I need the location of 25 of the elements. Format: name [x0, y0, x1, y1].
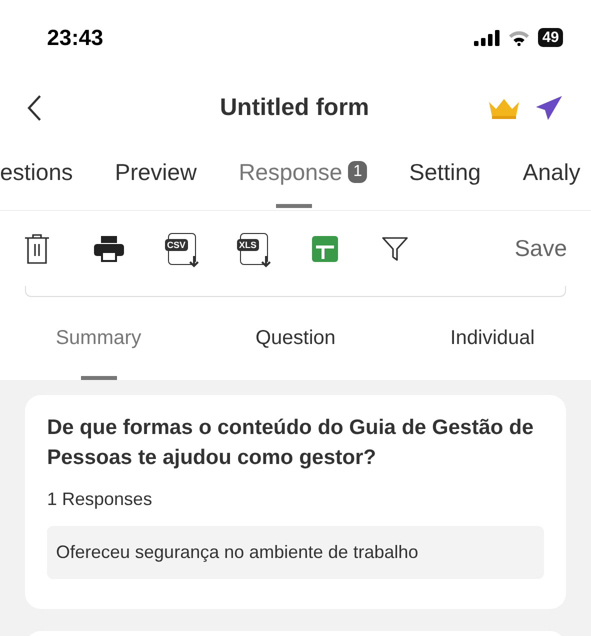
- file-export-icon[interactable]: XLS: [240, 232, 268, 264]
- status-time: 23:43: [47, 24, 104, 50]
- tab[interactable]: estions: [0, 140, 73, 210]
- tab[interactable]: Setting: [409, 140, 481, 210]
- send-icon[interactable]: [535, 94, 563, 120]
- wifi-icon: [508, 30, 530, 46]
- printer-icon[interactable]: [94, 236, 124, 262]
- tab[interactable]: Analy: [522, 140, 580, 210]
- tab[interactable]: Question: [197, 297, 394, 380]
- filter-icon[interactable]: [382, 236, 408, 262]
- tab[interactable]: Individual: [394, 297, 591, 380]
- question-text: De que formas o conteúdo do Guia de Gestão de Pessoas te ajudou como gestor?: [47, 415, 535, 471]
- tab[interactable]: Response 1: [238, 140, 368, 210]
- save-button[interactable]: Save: [514, 235, 567, 262]
- file-export-icon[interactable]: CSV: [168, 232, 196, 264]
- signal-icon: [474, 30, 500, 46]
- tab[interactable]: Summary: [0, 297, 197, 380]
- response-count: 1 Responses: [47, 489, 154, 510]
- count-badge: 1: [348, 161, 368, 183]
- back-icon[interactable]: [26, 94, 42, 122]
- battery-indicator: 49: [538, 28, 563, 47]
- form-title: Untitled form: [218, 94, 370, 122]
- response-text: Ofereceu segurança no ambiente de trabalho: [47, 526, 544, 579]
- trash-icon[interactable]: [24, 232, 50, 264]
- tab[interactable]: Preview: [114, 140, 197, 210]
